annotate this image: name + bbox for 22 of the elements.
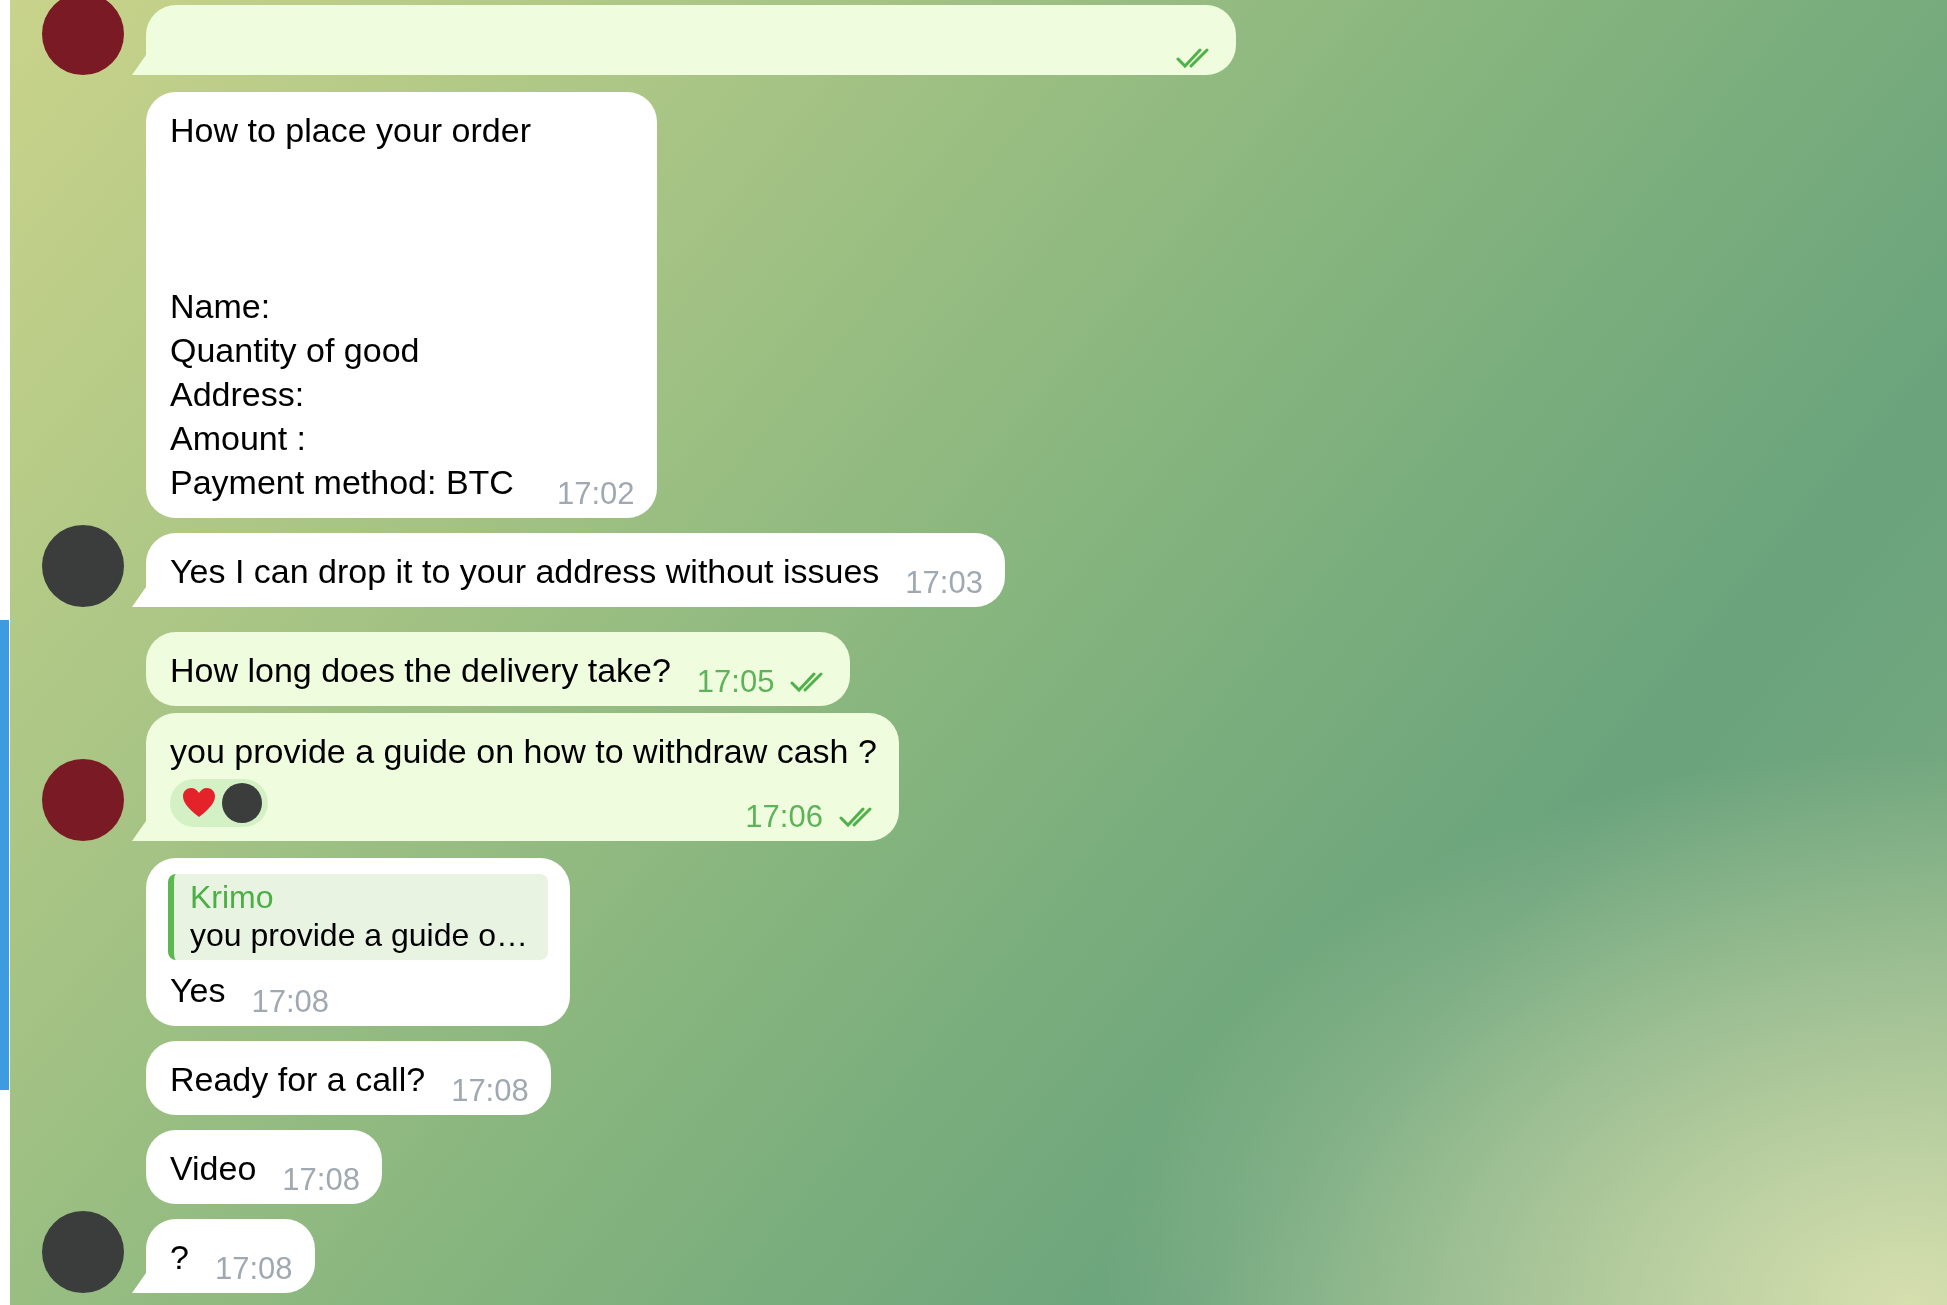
message-text: Yes I can drop it to your address without issues (170, 551, 880, 592)
message-time: 17:08 (282, 1162, 360, 1198)
message-text: Ready for a call? (170, 1059, 426, 1100)
reply-quote[interactable]: Krimo you provide a guide o… (168, 874, 548, 960)
message-time: 17:08 (251, 984, 330, 1020)
message-text: How long does the delivery take? (170, 650, 671, 691)
message-time: 17:08 (214, 1251, 293, 1287)
message-text: How to place your order Name: Quantity of good Address: Amount : Payment method: BTC (170, 110, 531, 503)
message-text: Video (170, 1148, 257, 1189)
message-text: Yes (170, 970, 226, 1011)
reply-text: you provide a guide o… (190, 916, 528, 954)
message-text: you provide a guide on how to withdraw cash ? (170, 731, 877, 772)
message-time: 17:06 (745, 799, 823, 835)
reactor-avatar-placeholder (222, 783, 262, 823)
reaction-chip[interactable] (170, 779, 268, 827)
message-time: 17:08 (451, 1073, 529, 1109)
message-time: 17:05 (696, 664, 775, 700)
reply-sender-name: Krimo (190, 878, 275, 916)
message-time: 17:03 (905, 565, 983, 601)
heart-icon (182, 787, 216, 819)
message-text: ? (170, 1237, 189, 1278)
message-time: 17:02 (556, 476, 635, 512)
